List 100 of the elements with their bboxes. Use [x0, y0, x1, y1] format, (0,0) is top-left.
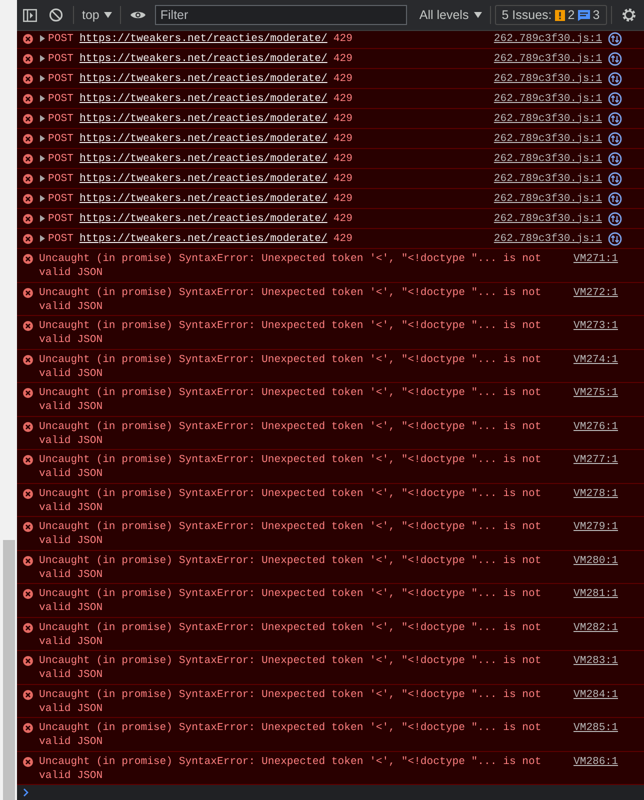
error-icon — [23, 214, 33, 224]
source-link[interactable]: 262.789c3f30.js:1 — [494, 32, 602, 46]
circled-arrows-icon[interactable] — [608, 72, 622, 86]
source-link[interactable]: VM277:1 — [573, 453, 618, 467]
error-icon — [23, 455, 33, 465]
source-link[interactable]: VM283:1 — [573, 654, 618, 668]
error-icon — [23, 556, 33, 566]
request-method: POST — [48, 92, 74, 106]
status-code: 429 — [333, 112, 352, 126]
source-link[interactable]: VM284:1 — [573, 688, 618, 702]
expand-triangle-icon[interactable] — [39, 135, 46, 142]
request-method: POST — [48, 152, 74, 166]
clear-console-icon[interactable] — [49, 8, 63, 22]
source-link[interactable]: VM282:1 — [573, 620, 618, 634]
expand-triangle-icon[interactable] — [39, 55, 46, 62]
source-link[interactable]: 262.789c3f30.js:1 — [494, 52, 602, 66]
source-link[interactable]: VM275:1 — [573, 386, 618, 400]
circled-arrows-icon[interactable] — [608, 132, 622, 146]
source-link[interactable]: 262.789c3f30.js:1 — [494, 192, 602, 206]
sidebar-toggle-icon[interactable] — [23, 8, 37, 22]
source-link[interactable]: VM286:1 — [573, 754, 618, 768]
expand-triangle-icon[interactable] — [39, 175, 46, 182]
circled-arrows-icon[interactable] — [608, 212, 622, 226]
circled-arrows-icon[interactable] — [608, 112, 622, 126]
expand-triangle-icon[interactable] — [39, 75, 46, 82]
settings-icon[interactable] — [620, 7, 637, 23]
request-url-link[interactable]: https://tweakers.net/reacties/moderate/ — [79, 32, 328, 46]
error-message: Uncaught (in promise) SyntaxError: Unexpected token '<', "<!doctype "... is not valid JSON — [39, 286, 542, 314]
circled-arrows-icon[interactable] — [608, 152, 622, 166]
status-code: 429 — [333, 152, 352, 166]
source-link[interactable]: 262.789c3f30.js:1 — [494, 112, 602, 126]
error-message: Uncaught (in promise) SyntaxError: Unexpected token '<', "<!doctype "... is not valid JSON — [39, 754, 542, 782]
circled-arrows-icon[interactable] — [608, 32, 622, 46]
message-icon — [578, 10, 590, 20]
source-link[interactable]: 262.789c3f30.js:1 — [494, 92, 602, 106]
error-icon — [23, 723, 33, 733]
error-message: Uncaught (in promise) SyntaxError: Unexpected token '<', "<!doctype "... is not valid JSON — [39, 520, 542, 548]
eye-icon[interactable] — [130, 10, 146, 20]
circled-arrows-icon[interactable] — [608, 52, 622, 66]
expand-triangle-icon[interactable] — [39, 155, 46, 162]
error-icon — [23, 34, 33, 44]
request-method: POST — [48, 192, 74, 206]
request-url-link[interactable]: https://tweakers.net/reacties/moderate/ — [79, 152, 328, 166]
expand-triangle-icon[interactable] — [39, 215, 46, 222]
source-link[interactable]: VM271:1 — [573, 252, 618, 266]
error-icon — [23, 488, 33, 498]
source-link[interactable]: VM276:1 — [573, 420, 618, 434]
source-link[interactable]: 262.789c3f30.js:1 — [494, 232, 602, 246]
error-message: Uncaught (in promise) SyntaxError: Unexpected token '<', "<!doctype "... is not valid JSON — [39, 554, 542, 582]
source-link[interactable]: 262.789c3f30.js:1 — [494, 72, 602, 86]
request-method: POST — [48, 52, 74, 66]
source-link[interactable]: 262.789c3f30.js:1 — [494, 172, 602, 186]
error-message: Uncaught (in promise) SyntaxError: Unexpected token '<', "<!doctype "... is not valid JSON — [39, 319, 542, 347]
error-icon — [23, 522, 33, 532]
filter-field[interactable]: Filter — [155, 5, 408, 25]
source-link[interactable]: VM272:1 — [573, 286, 618, 300]
status-code: 429 — [333, 52, 352, 66]
request-url-link[interactable]: https://tweakers.net/reacties/moderate/ — [79, 132, 328, 146]
source-link[interactable]: VM280:1 — [573, 554, 618, 568]
source-link[interactable]: 262.789c3f30.js:1 — [494, 132, 602, 146]
expand-triangle-icon[interactable] — [39, 35, 46, 42]
circled-arrows-icon[interactable] — [608, 172, 622, 186]
error-icon — [23, 194, 33, 204]
scrollbar-thumb[interactable] — [2, 540, 14, 800]
request-url-link[interactable]: https://tweakers.net/reacties/moderate/ — [79, 92, 328, 106]
request-url-link[interactable]: https://tweakers.net/reacties/moderate/ — [79, 232, 328, 246]
status-code: 429 — [333, 172, 352, 186]
expand-triangle-icon[interactable] — [39, 115, 46, 122]
expand-triangle-icon[interactable] — [39, 95, 46, 102]
request-url-link[interactable]: https://tweakers.net/reacties/moderate/ — [79, 172, 328, 186]
error-message: Uncaught (in promise) SyntaxError: Unexpected token '<', "<!doctype "... is not valid JSON — [39, 688, 542, 716]
expand-triangle-icon[interactable] — [39, 195, 46, 202]
warning-count: 2 — [568, 8, 575, 22]
source-link[interactable]: VM278:1 — [573, 486, 618, 500]
error-icon — [23, 388, 33, 398]
source-link[interactable]: VM274:1 — [573, 352, 618, 366]
source-link[interactable]: VM273:1 — [573, 319, 618, 333]
source-link[interactable]: VM285:1 — [573, 721, 618, 735]
status-code: 429 — [333, 132, 352, 146]
request-url-link[interactable]: https://tweakers.net/reacties/moderate/ — [79, 72, 328, 86]
source-link[interactable]: VM281:1 — [573, 587, 618, 601]
error-icon — [23, 154, 33, 164]
request-method: POST — [48, 132, 74, 146]
error-icon — [23, 234, 33, 244]
request-url-link[interactable]: https://tweakers.net/reacties/moderate/ — [79, 52, 328, 66]
expand-triangle-icon[interactable] — [39, 235, 46, 242]
context-dropdown[interactable]: top — [78, 8, 116, 22]
request-url-link[interactable]: https://tweakers.net/reacties/moderate/ — [79, 112, 328, 126]
prompt-chevron-icon — [23, 788, 29, 797]
circled-arrows-icon[interactable] — [608, 232, 622, 246]
request-url-link[interactable]: https://tweakers.net/reacties/moderate/ — [79, 212, 328, 226]
issues-button[interactable]: 5 Issues: 2 3 — [494, 5, 607, 25]
status-code: 429 — [333, 192, 352, 206]
source-link[interactable]: VM279:1 — [573, 520, 618, 534]
levels-dropdown[interactable]: All levels — [415, 8, 486, 22]
source-link[interactable]: 262.789c3f30.js:1 — [494, 152, 602, 166]
request-url-link[interactable]: https://tweakers.net/reacties/moderate/ — [79, 192, 328, 206]
circled-arrows-icon[interactable] — [608, 92, 622, 106]
source-link[interactable]: 262.789c3f30.js:1 — [494, 212, 602, 226]
circled-arrows-icon[interactable] — [608, 192, 622, 206]
